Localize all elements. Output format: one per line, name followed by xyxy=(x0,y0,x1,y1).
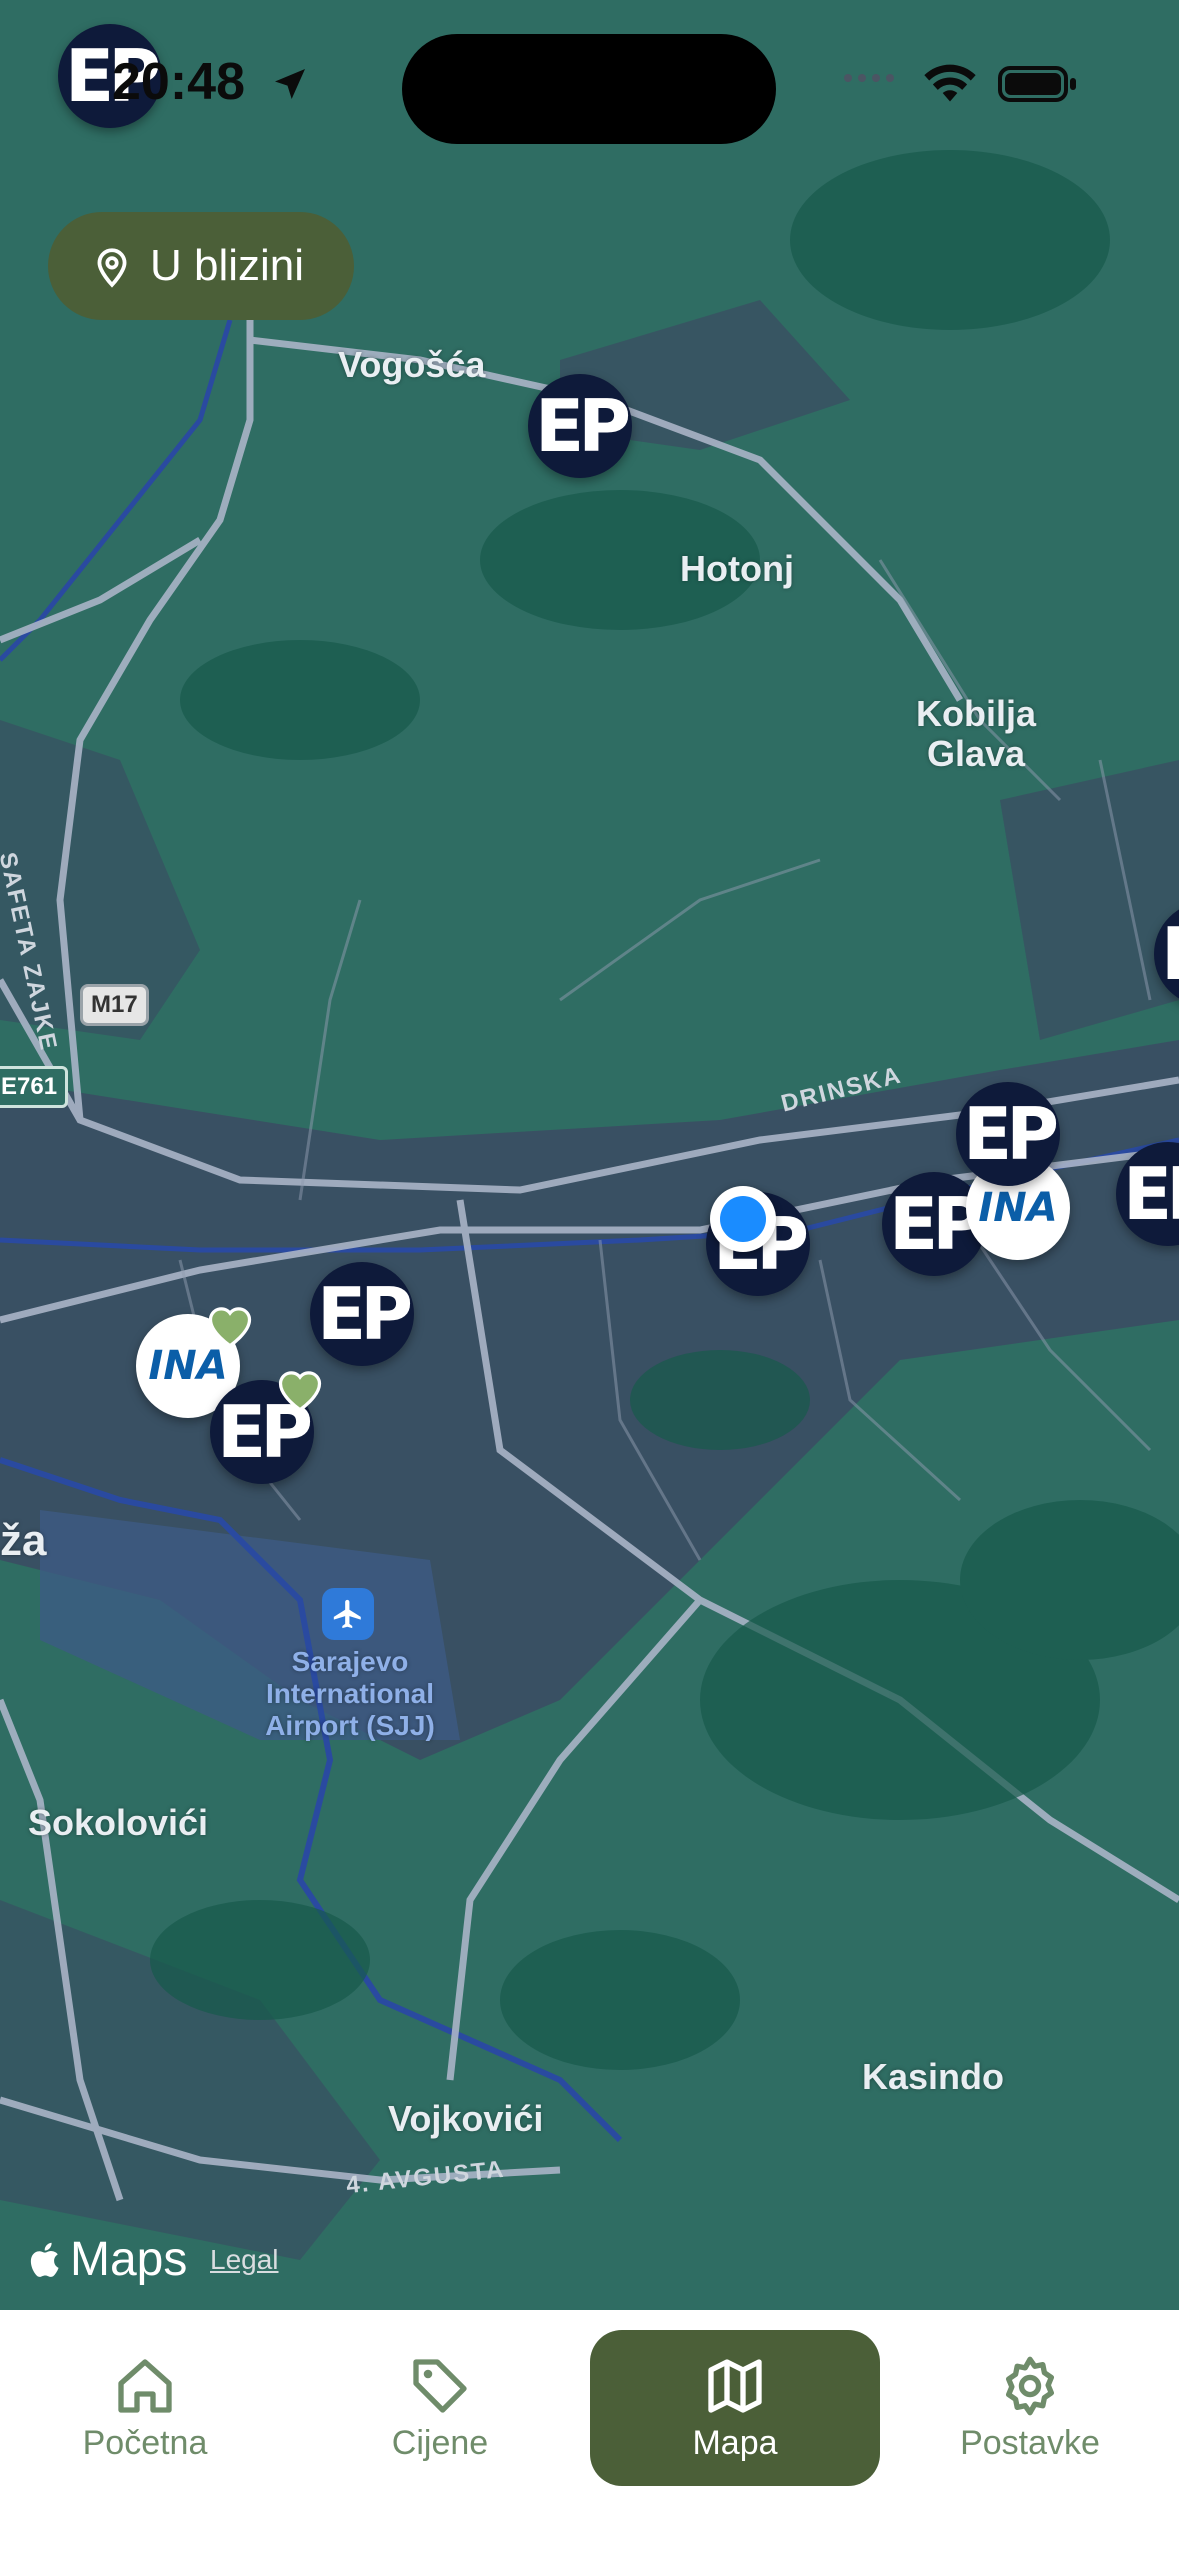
apple-icon xyxy=(30,2242,59,2277)
signal-icon xyxy=(844,74,894,82)
favorite-heart-icon xyxy=(278,1371,322,1412)
place-label: Kasindo xyxy=(862,2056,1005,2097)
status-bar: 20:48 xyxy=(0,0,1179,150)
wifi-icon xyxy=(924,64,976,102)
tab-home[interactable]: Početna xyxy=(0,2330,290,2486)
tab-map[interactable]: Mapa xyxy=(590,2330,880,2486)
station-marker[interactable]: EP xyxy=(956,1082,1060,1186)
place-label: Hotonj xyxy=(680,548,794,589)
station-marker[interactable]: EP xyxy=(1116,1142,1179,1246)
place-label: Kobilja Glava xyxy=(916,693,1037,774)
place-label: Vogošća xyxy=(338,344,486,385)
tab-label: Cijene xyxy=(391,2423,489,2462)
legal-link[interactable]: Legal xyxy=(210,2244,279,2276)
tab-label: Mapa xyxy=(692,2423,778,2462)
tag-icon xyxy=(413,2358,467,2413)
road-shield: M17 xyxy=(80,984,149,1026)
road-shield: E761 xyxy=(0,1066,69,1108)
place-label: Sokolovići xyxy=(28,1802,209,1843)
status-time: 20:48 xyxy=(112,53,245,111)
tab-label: Postavke xyxy=(960,2423,1100,2462)
airport-icon xyxy=(322,1588,374,1640)
nearby-filter-label: U blizini xyxy=(150,241,305,290)
station-marker[interactable]: EP xyxy=(528,374,632,478)
tab-bar: Početna Cijene Mapa Postavke xyxy=(0,2310,1179,2556)
user-location-dot xyxy=(710,1186,776,1252)
maps-attribution: Maps xyxy=(30,2232,187,2287)
nearby-filter-button[interactable]: U blizini xyxy=(48,212,354,320)
favorite-heart-icon xyxy=(208,1307,252,1348)
tab-label: Početna xyxy=(82,2423,208,2462)
map-view[interactable]: Vogošća Hotonj Kobilja Glava Sokolovići … xyxy=(0,0,1179,2310)
map-icon xyxy=(708,2358,762,2413)
tab-settings[interactable]: Postavke xyxy=(885,2330,1175,2486)
station-marker[interactable]: EP xyxy=(310,1262,414,1366)
airport-label: Sarajevo International Airport (SJJ) xyxy=(265,1646,435,1741)
gear-icon xyxy=(1006,2356,1054,2415)
place-label: Vojkovići xyxy=(388,2098,544,2139)
maps-logo-text: Maps xyxy=(70,2233,188,2286)
location-pin-icon xyxy=(97,248,127,288)
battery-icon xyxy=(998,66,1076,102)
tab-prices[interactable]: Cijene xyxy=(295,2330,585,2486)
location-arrow-icon xyxy=(275,69,305,99)
home-icon xyxy=(118,2358,172,2413)
dynamic-island xyxy=(402,34,776,144)
place-label: ža xyxy=(0,1516,47,1565)
